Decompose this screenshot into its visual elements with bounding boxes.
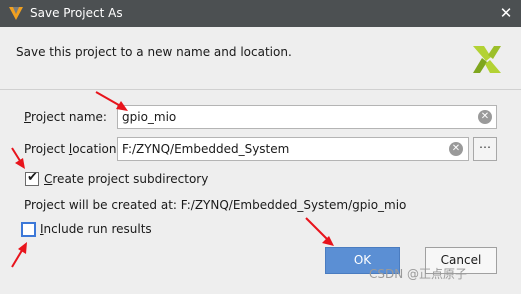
clear-name-icon[interactable]: ✕: [478, 110, 492, 124]
xilinx-logo-icon: [473, 46, 501, 73]
project-location-label: Project location:: [24, 142, 121, 156]
vivado-logo-icon: [9, 7, 23, 20]
project-path-preview: Project will be created at: F:/ZYNQ/Embe…: [24, 198, 407, 212]
close-button[interactable]: ✕: [495, 2, 517, 24]
include-run-results-checkbox[interactable]: [21, 222, 36, 237]
title-bar: Save Project As ✕: [0, 0, 521, 27]
window-title: Save Project As: [30, 6, 123, 20]
project-name-input[interactable]: gpio_mio ✕: [117, 105, 497, 129]
project-name-label: Project name:: [24, 110, 107, 124]
include-run-results-label[interactable]: Include run results: [40, 222, 152, 236]
clear-location-icon[interactable]: ✕: [449, 142, 463, 156]
create-subdirectory-checkbox[interactable]: ✔: [25, 170, 39, 186]
checkmark-icon: ✔: [27, 170, 38, 185]
project-location-input[interactable]: F:/ZYNQ/Embedded_System ✕: [117, 137, 469, 161]
watermark: CSDN @正点原子: [369, 267, 468, 281]
project-location-value: F:/ZYNQ/Embedded_System: [122, 142, 290, 156]
dialog-body: Save this project to a new name and loca…: [0, 27, 521, 294]
project-name-value: gpio_mio: [122, 110, 177, 124]
create-subdirectory-label[interactable]: Create project subdirectory: [44, 172, 208, 186]
browse-location-button[interactable]: ⋯: [473, 137, 497, 161]
close-icon: ✕: [499, 4, 513, 22]
dialog-description: Save this project to a new name and loca…: [16, 45, 292, 59]
header-separator: [0, 89, 521, 90]
